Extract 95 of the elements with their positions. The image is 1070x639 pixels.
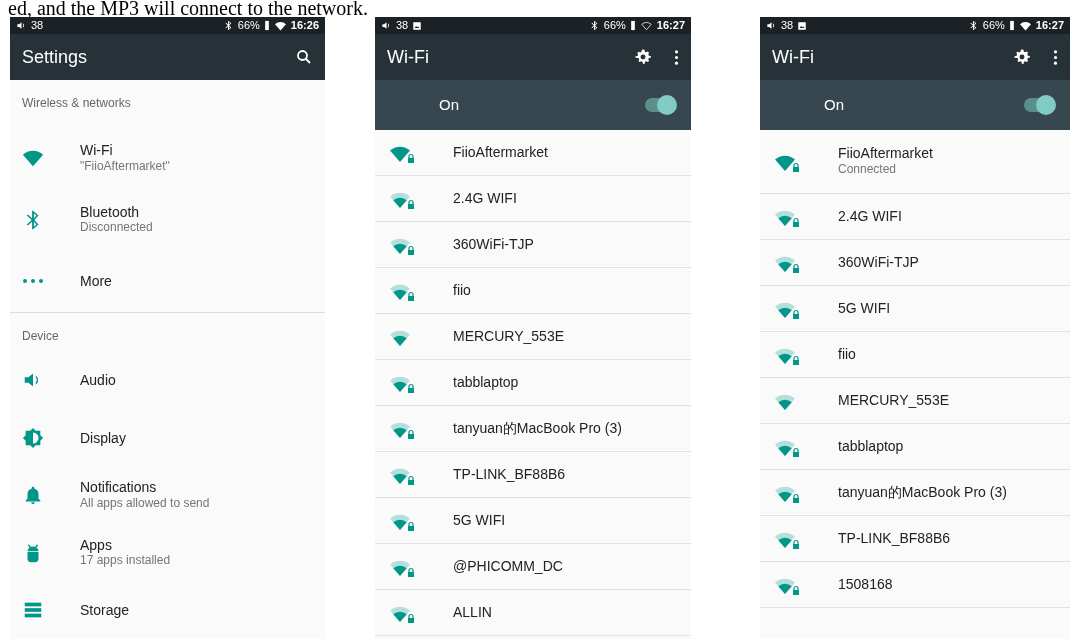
item-title: Bluetooth: [80, 203, 141, 221]
network-name: FiioAftermarket: [453, 144, 548, 161]
network-item[interactable]: 360WiFi-TJP: [375, 222, 691, 268]
item-title: Apps: [80, 536, 113, 554]
battery-level: 66%: [603, 18, 626, 34]
network-status: Connected: [838, 162, 898, 178]
display-icon: [22, 426, 44, 449]
clock-time: 16:27: [656, 18, 685, 34]
network-name: 360WiFi-TJP: [453, 236, 534, 253]
item-title: Storage: [80, 601, 130, 619]
network-item[interactable]: FiioAftermarket: [375, 130, 691, 176]
item-subtitle: 17 apps installed: [80, 553, 171, 569]
network-name: 2.4G WIFI: [838, 208, 902, 225]
network-name: tanyuan的MacBook Pro (3): [453, 420, 622, 437]
settings-icon[interactable]: [1013, 48, 1031, 66]
volume-level: 38: [781, 18, 794, 34]
network-item[interactable]: 360WiFi-TJP: [760, 240, 1070, 286]
settings-item[interactable]: Display: [10, 409, 325, 467]
network-name: 1508168: [838, 576, 893, 593]
battery-level: 66%: [237, 18, 260, 34]
settings-item[interactable]: Apps 17 apps installed: [10, 524, 325, 582]
network-name: MERCURY_553E: [838, 392, 949, 409]
settings-icon[interactable]: [634, 48, 652, 66]
network-item[interactable]: FiioAftermarket Connected: [760, 130, 1070, 194]
item-title: More: [80, 272, 112, 290]
settings-item[interactable]: Bluetooth Disconnected: [10, 189, 325, 251]
network-name: FiioAftermarket: [838, 145, 933, 163]
network-name: fiio: [838, 346, 856, 363]
screen-title: Wi-Fi: [387, 45, 429, 69]
toggle-label: On: [439, 94, 459, 115]
screen-title: Settings: [22, 45, 88, 69]
network-item[interactable]: TP-LINK_BF88B6: [375, 452, 691, 498]
toggle-switch[interactable]: [645, 98, 675, 112]
item-title: Display: [80, 429, 126, 447]
more-menu-icon[interactable]: [674, 48, 679, 66]
screen-title: Wi-Fi: [772, 45, 814, 69]
network-item[interactable]: tabblaptop: [375, 360, 691, 406]
network-item[interactable]: 2.4G WIFI: [375, 176, 691, 222]
volume-icon: [766, 20, 777, 31]
settings-item[interactable]: Audio: [10, 351, 325, 410]
network-name: 360WiFi-TJP: [838, 254, 919, 271]
section-header: Wireless & networks: [21, 95, 132, 112]
volume-icon: [381, 20, 392, 31]
network-name: ALLIN: [453, 604, 492, 621]
network-item[interactable]: TP-LINK_BF88B6: [760, 516, 1070, 562]
caption-text: ed, and the MP3 will connect to the network.: [7, 0, 369, 17]
network-name: 5G WIFI: [838, 300, 891, 317]
item-subtitle: Disconnected: [80, 220, 153, 236]
network-item[interactable]: tanyuan的MacBook Pro (3): [760, 470, 1070, 516]
settings-item[interactable]: Notifications All apps allowed to send: [10, 466, 325, 525]
network-name: MERCURY_553E: [453, 328, 564, 345]
item-subtitle: All apps allowed to send: [80, 495, 210, 512]
network-item[interactable]: 5G WIFI: [760, 286, 1070, 332]
network-name: @PHICOMM_DC: [453, 558, 563, 575]
item-title: Audio: [80, 372, 116, 389]
volume-level: 38: [396, 18, 409, 34]
settings-item[interactable]: More: [10, 250, 325, 312]
battery-level: 66%: [982, 18, 1005, 34]
network-name: tabblaptop: [453, 374, 519, 391]
item-title: Notifications: [80, 479, 158, 496]
item-subtitle: "FiioAftermarket": [80, 159, 170, 175]
network-name: 5G WIFI: [453, 512, 506, 529]
clock-time: 16:27: [1035, 18, 1064, 34]
settings-item[interactable]: Storage: [10, 581, 325, 639]
network-name: 2.4G WIFI: [453, 190, 517, 207]
network-item[interactable]: 5G WIFI: [375, 498, 691, 544]
network-name: tanyuan的MacBook Pro (3): [838, 484, 1007, 501]
battery-icon: [1008, 20, 1015, 31]
network-item[interactable]: @PHICOMM_DC: [375, 544, 691, 590]
battery-icon: [629, 20, 636, 31]
network-item[interactable]: MERCURY_553E: [375, 314, 691, 360]
network-item[interactable]: 2.4G WIFI: [760, 194, 1070, 240]
battery-icon: [263, 20, 270, 31]
network-item[interactable]: fiio: [375, 268, 691, 314]
item-title: Wi-Fi: [80, 142, 114, 159]
volume-icon: [16, 20, 27, 31]
toggle-switch[interactable]: [1024, 98, 1054, 112]
more-icon: [22, 278, 44, 285]
network-item[interactable]: tanyuan的MacBook Pro (3): [375, 406, 691, 452]
network-item[interactable]: ALLIN: [375, 590, 691, 636]
settings-item[interactable]: Wi-Fi "FiioAftermarket": [10, 127, 325, 190]
search-icon[interactable]: [295, 48, 313, 66]
more-menu-icon[interactable]: [1053, 48, 1058, 66]
network-item[interactable]: MERCURY_553E: [760, 378, 1070, 424]
network-name: TP-LINK_BF88B6: [838, 530, 951, 547]
volume-level: 38: [31, 18, 44, 34]
network-item[interactable]: tabblaptop: [760, 424, 1070, 470]
section-header: Device: [10, 311, 325, 352]
toggle-label: On: [824, 94, 844, 115]
network-name: fiio: [453, 282, 471, 299]
network-name: tabblaptop: [838, 438, 904, 455]
network-name: TP-LINK_BF88B6: [453, 466, 566, 483]
network-item[interactable]: 1508168: [760, 562, 1070, 608]
clock-time: 16:26: [290, 18, 319, 34]
network-item[interactable]: fiio: [760, 332, 1070, 378]
